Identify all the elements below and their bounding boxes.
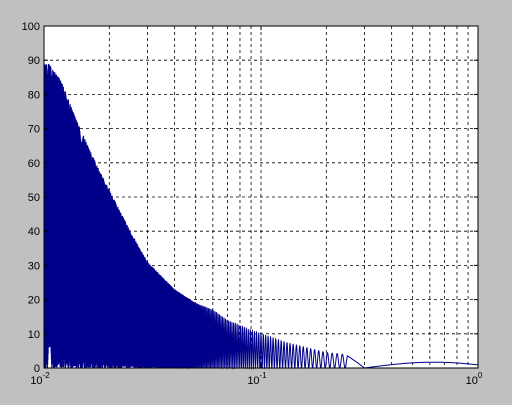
y-tick-label: 40	[28, 226, 40, 238]
y-tick-label: 10	[28, 329, 40, 341]
y-tick-label: 100	[22, 21, 40, 33]
chart-figure: 0102030405060708090100 10-2 10-1 100	[22, 21, 483, 387]
x-tick-label: 10-1	[247, 371, 267, 387]
y-tick-label: 20	[28, 295, 40, 307]
y-tick-label: 60	[28, 158, 40, 170]
y-tick-label: 50	[28, 192, 40, 204]
y-tick-label: 80	[28, 89, 40, 101]
y-tick-label: 70	[28, 124, 40, 136]
y-tick-label: 0	[34, 363, 40, 375]
y-tick-label: 30	[28, 260, 40, 272]
y-tick-label: 90	[28, 55, 40, 67]
x-tick-label: 100	[466, 371, 483, 387]
